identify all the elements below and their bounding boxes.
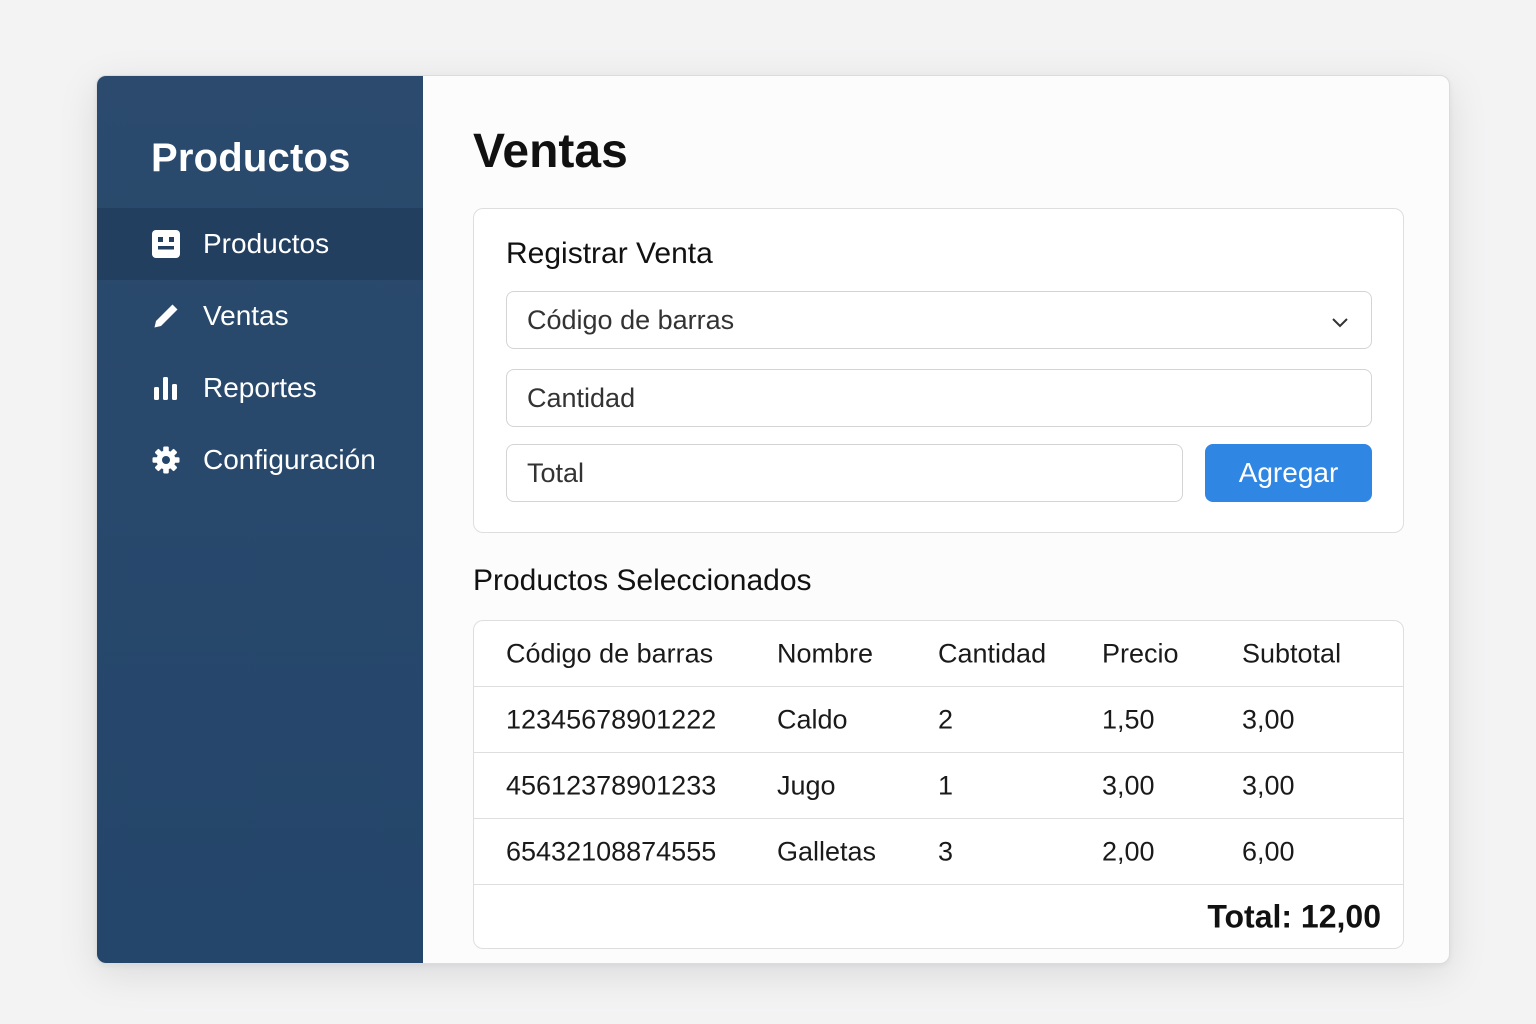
cell-subtotal: 6,00	[1242, 836, 1295, 866]
cell-barcode: 45612378901233	[506, 770, 717, 800]
cell-price: 1,50	[1102, 704, 1155, 734]
bar-chart-icon	[151, 373, 181, 403]
cell-name: Galletas	[777, 836, 877, 866]
total-field[interactable]	[506, 444, 1183, 502]
page-title: Ventas	[473, 125, 628, 178]
register-sale-card: Registrar Venta Código de barras Agregar	[473, 208, 1404, 533]
barcode-select[interactable]: Código de barras	[506, 291, 1372, 349]
column-header-name: Nombre	[777, 638, 874, 668]
cell-subtotal: 3,00	[1242, 770, 1295, 800]
gear-icon	[151, 445, 181, 475]
cell-name: Jugo	[777, 770, 836, 800]
cell-subtotal: 3,00	[1242, 704, 1295, 734]
app-window: Productos Productos Ventas Reportes Conf…	[96, 75, 1450, 964]
cell-quantity: 2	[938, 704, 954, 734]
sidebar-item-label: Ventas	[203, 300, 289, 331]
table-row[interactable]: 12345678901222 Caldo 2 1,50 3,00	[474, 687, 1403, 753]
quantity-field[interactable]	[506, 369, 1372, 427]
table-footer: Total: 12,00	[474, 885, 1403, 948]
column-header-price: Precio	[1102, 638, 1179, 668]
cell-barcode: 12345678901222	[506, 704, 717, 734]
sidebar-item-ventas[interactable]: Ventas	[97, 280, 423, 352]
column-header-quantity: Cantidad	[938, 638, 1047, 668]
cell-barcode: 65432108874555	[506, 836, 717, 866]
cell-quantity: 1	[938, 770, 954, 800]
cell-price: 3,00	[1102, 770, 1155, 800]
barcode-select-value: Código de barras	[527, 304, 735, 335]
selected-products-table: Código de barras Nombre Cantidad Precio …	[473, 620, 1404, 949]
main-content: Ventas Registrar Venta Código de barras …	[423, 76, 1449, 963]
cell-quantity: 3	[938, 836, 954, 866]
sidebar: Productos Productos Ventas Reportes Conf…	[97, 76, 423, 963]
sidebar-item-label: Reportes	[203, 372, 317, 403]
cell-name: Caldo	[777, 704, 848, 734]
sidebar-item-label: Productos	[203, 228, 330, 259]
column-header-subtotal: Subtotal	[1242, 638, 1342, 668]
sidebar-item-reportes[interactable]: Reportes	[97, 352, 423, 424]
add-button[interactable]: Agregar	[1205, 444, 1372, 502]
card-title: Registrar Venta	[506, 237, 713, 270]
sidebar-nav: Productos Ventas Reportes Configuración	[97, 208, 423, 496]
sidebar-title: Productos	[151, 136, 351, 180]
chevron-down-icon	[1331, 305, 1349, 336]
sidebar-item-configuracion[interactable]: Configuración	[97, 424, 423, 496]
table-row[interactable]: 45612378901233 Jugo 1 3,00 3,00	[474, 753, 1403, 819]
column-header-barcode: Código de barras	[506, 638, 714, 668]
sidebar-item-label: Configuración	[203, 444, 376, 475]
selected-products-title: Productos Seleccionados	[473, 564, 812, 597]
sidebar-item-productos[interactable]: Productos	[97, 208, 423, 280]
cell-price: 2,00	[1102, 836, 1155, 866]
table-header-row: Código de barras Nombre Cantidad Precio …	[474, 621, 1403, 687]
total-amount: Total: 12,00	[1207, 898, 1381, 934]
table-row[interactable]: 65432108874555 Galletas 3 2,00 6,00	[474, 819, 1403, 885]
product-card-icon	[151, 229, 181, 259]
pencil-icon	[151, 301, 181, 331]
